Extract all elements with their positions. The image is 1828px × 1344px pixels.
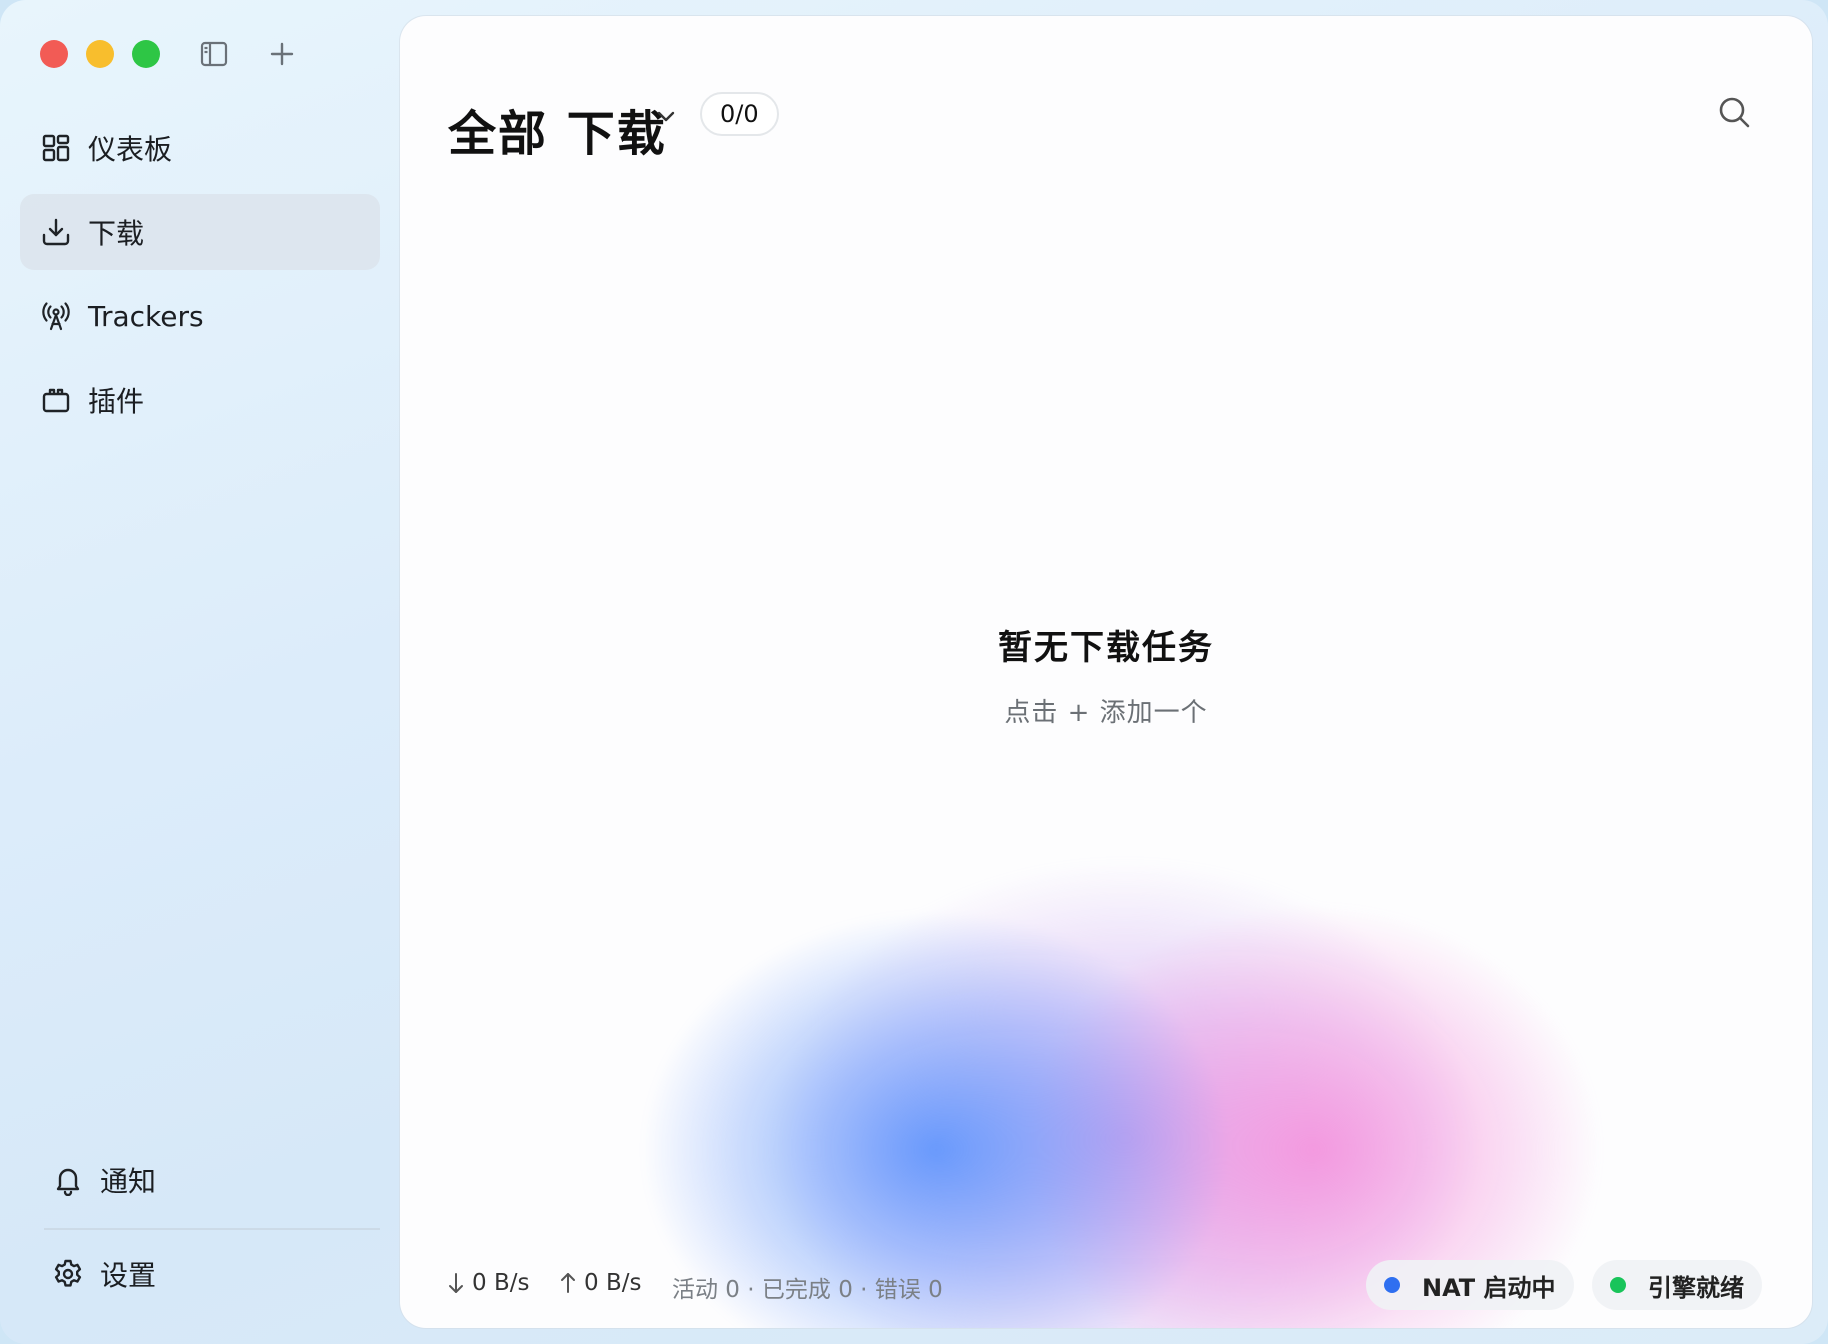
sidebar: 仪表板 下载 Trackers 插件 通知 设置 [0,0,400,1344]
plugin-icon [40,384,72,416]
gear-icon [52,1258,84,1290]
empty-state-title: 暂无下载任务 [998,628,1214,668]
download-speed: 0 B/s [446,1270,529,1296]
sidebar-item-label: 通知 [100,1165,157,1198]
nat-status-label: NAT 启动中 [1422,1273,1556,1302]
sidebar-toggle-icon[interactable] [198,38,230,70]
engine-status-badge: 引擎就绪 [1592,1260,1762,1310]
close-window-button[interactable] [40,40,68,68]
dashboard-icon [40,132,72,164]
upload-speed: 0 B/s [558,1270,641,1296]
sidebar-item-label: Trackers [88,299,204,333]
arrow-down-icon [446,1271,466,1295]
sidebar-item-settings[interactable]: 设置 [20,1236,380,1312]
sidebar-item-trackers[interactable]: Trackers [20,278,380,354]
main-panel: 全部 下载 0/0 暂无下载任务 点击 + 添加一个 0 B/s 0 B/s 活… [400,16,1812,1328]
sidebar-item-label: 仪表板 [88,133,173,166]
sidebar-divider [44,1228,380,1230]
empty-state-illustration [600,716,1650,1328]
task-counts: 活动 0 · 已完成 0 · 错误 0 [672,1277,943,1303]
upload-speed-value: 0 B/s [584,1270,642,1296]
sidebar-item-plugins[interactable]: 插件 [20,362,380,438]
add-task-icon[interactable] [266,38,298,70]
status-bar: 0 B/s 0 B/s 活动 0 · 已完成 0 · 错误 0 NAT 启动中 … [400,1256,1812,1316]
page-title[interactable]: 全部 下载 [448,94,667,164]
engine-status-label: 引擎就绪 [1648,1273,1744,1302]
sidebar-item-dashboard[interactable]: 仪表板 [20,110,380,186]
chevron-down-icon[interactable] [652,102,680,130]
sidebar-item-label: 下载 [88,217,145,250]
nat-status-badge: NAT 启动中 [1366,1260,1574,1310]
task-count-badge: 0/0 [700,92,779,136]
maximize-window-button[interactable] [132,40,160,68]
sidebar-item-label: 插件 [88,385,145,418]
download-icon [40,216,72,248]
download-speed-value: 0 B/s [472,1270,530,1296]
broadcast-icon [40,300,72,332]
sidebar-item-notifications[interactable]: 通知 [20,1142,380,1218]
status-dot [1610,1277,1626,1293]
arrow-up-icon [558,1271,578,1295]
sidebar-item-label: 设置 [100,1259,157,1292]
search-icon[interactable] [1716,94,1752,130]
bell-icon [52,1164,84,1197]
status-dot [1384,1277,1400,1293]
sidebar-item-downloads[interactable]: 下载 [20,194,380,270]
minimize-window-button[interactable] [86,40,114,68]
empty-state-subtitle: 点击 + 添加一个 [1004,698,1208,728]
app-window: 仪表板 下载 Trackers 插件 通知 设置 全部 下载 0/0 暂无下载任… [0,0,1828,1344]
